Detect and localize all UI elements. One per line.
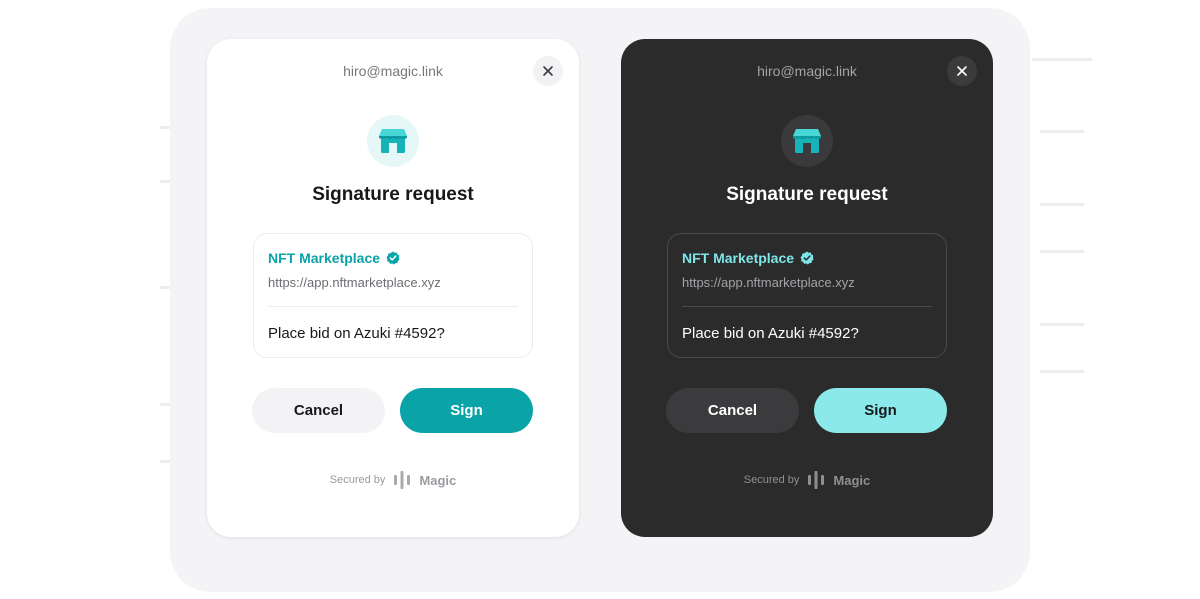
signature-dialog-dark: hiro@magic.link Signature request NFT Ma… [621,39,993,537]
close-icon [543,66,553,76]
background-dash [160,126,170,129]
account-email: hiro@magic.link [757,63,857,79]
request-details: NFT Marketplace https://app.nftmarketpla… [667,233,947,358]
background-dash [160,286,170,289]
background-dash [1040,250,1084,253]
background-dash [1040,203,1084,206]
cancel-button[interactable]: Cancel [252,388,385,433]
background-dash [160,403,170,406]
background-dash [160,460,170,463]
cancel-button[interactable]: Cancel [666,388,799,433]
secured-by-label: Secured by [329,474,386,486]
signature-message: Place bid on Azuki #4592? [682,325,859,342]
storefront-icon [379,129,407,153]
app-icon [367,115,419,167]
signature-message: Place bid on Azuki #4592? [268,325,445,342]
background-dash [160,180,170,183]
storefront-icon [793,129,821,153]
dialog-title: Signature request [726,184,888,205]
secured-by-footer: Secured by Magic [207,470,579,490]
background-dash [1040,323,1084,326]
sign-button[interactable]: Sign [814,388,947,433]
magic-brand: Magic [833,472,871,488]
app-name-row: NFT Marketplace [682,250,814,266]
dialog-title: Signature request [312,184,474,205]
app-name: NFT Marketplace [268,250,381,266]
divider [268,306,518,307]
magic-logo-icon [808,471,825,489]
app-url: https://app.nftmarketplace.xyz [268,275,441,290]
close-icon [957,66,967,76]
background-dash [1040,370,1084,373]
signature-dialog-light: hiro@magic.link Signature request NFT Ma… [207,39,579,537]
verified-badge-icon [800,251,814,265]
divider [682,306,932,307]
app-icon [781,115,833,167]
background-dash [1032,58,1092,61]
magic-logo-icon [394,471,411,489]
account-email: hiro@magic.link [343,63,443,79]
magic-brand: Magic [419,472,457,488]
sign-button[interactable]: Sign [400,388,533,433]
app-name-row: NFT Marketplace [268,250,400,266]
secured-by-label: Secured by [743,474,800,486]
close-button[interactable] [947,56,977,86]
secured-by-footer: Secured by Magic [621,470,993,490]
request-details: NFT Marketplace https://app.nftmarketpla… [253,233,533,358]
app-url: https://app.nftmarketplace.xyz [682,275,855,290]
verified-badge-icon [386,251,400,265]
app-name: NFT Marketplace [682,250,795,266]
close-button[interactable] [533,56,563,86]
background-dash [1040,130,1084,133]
